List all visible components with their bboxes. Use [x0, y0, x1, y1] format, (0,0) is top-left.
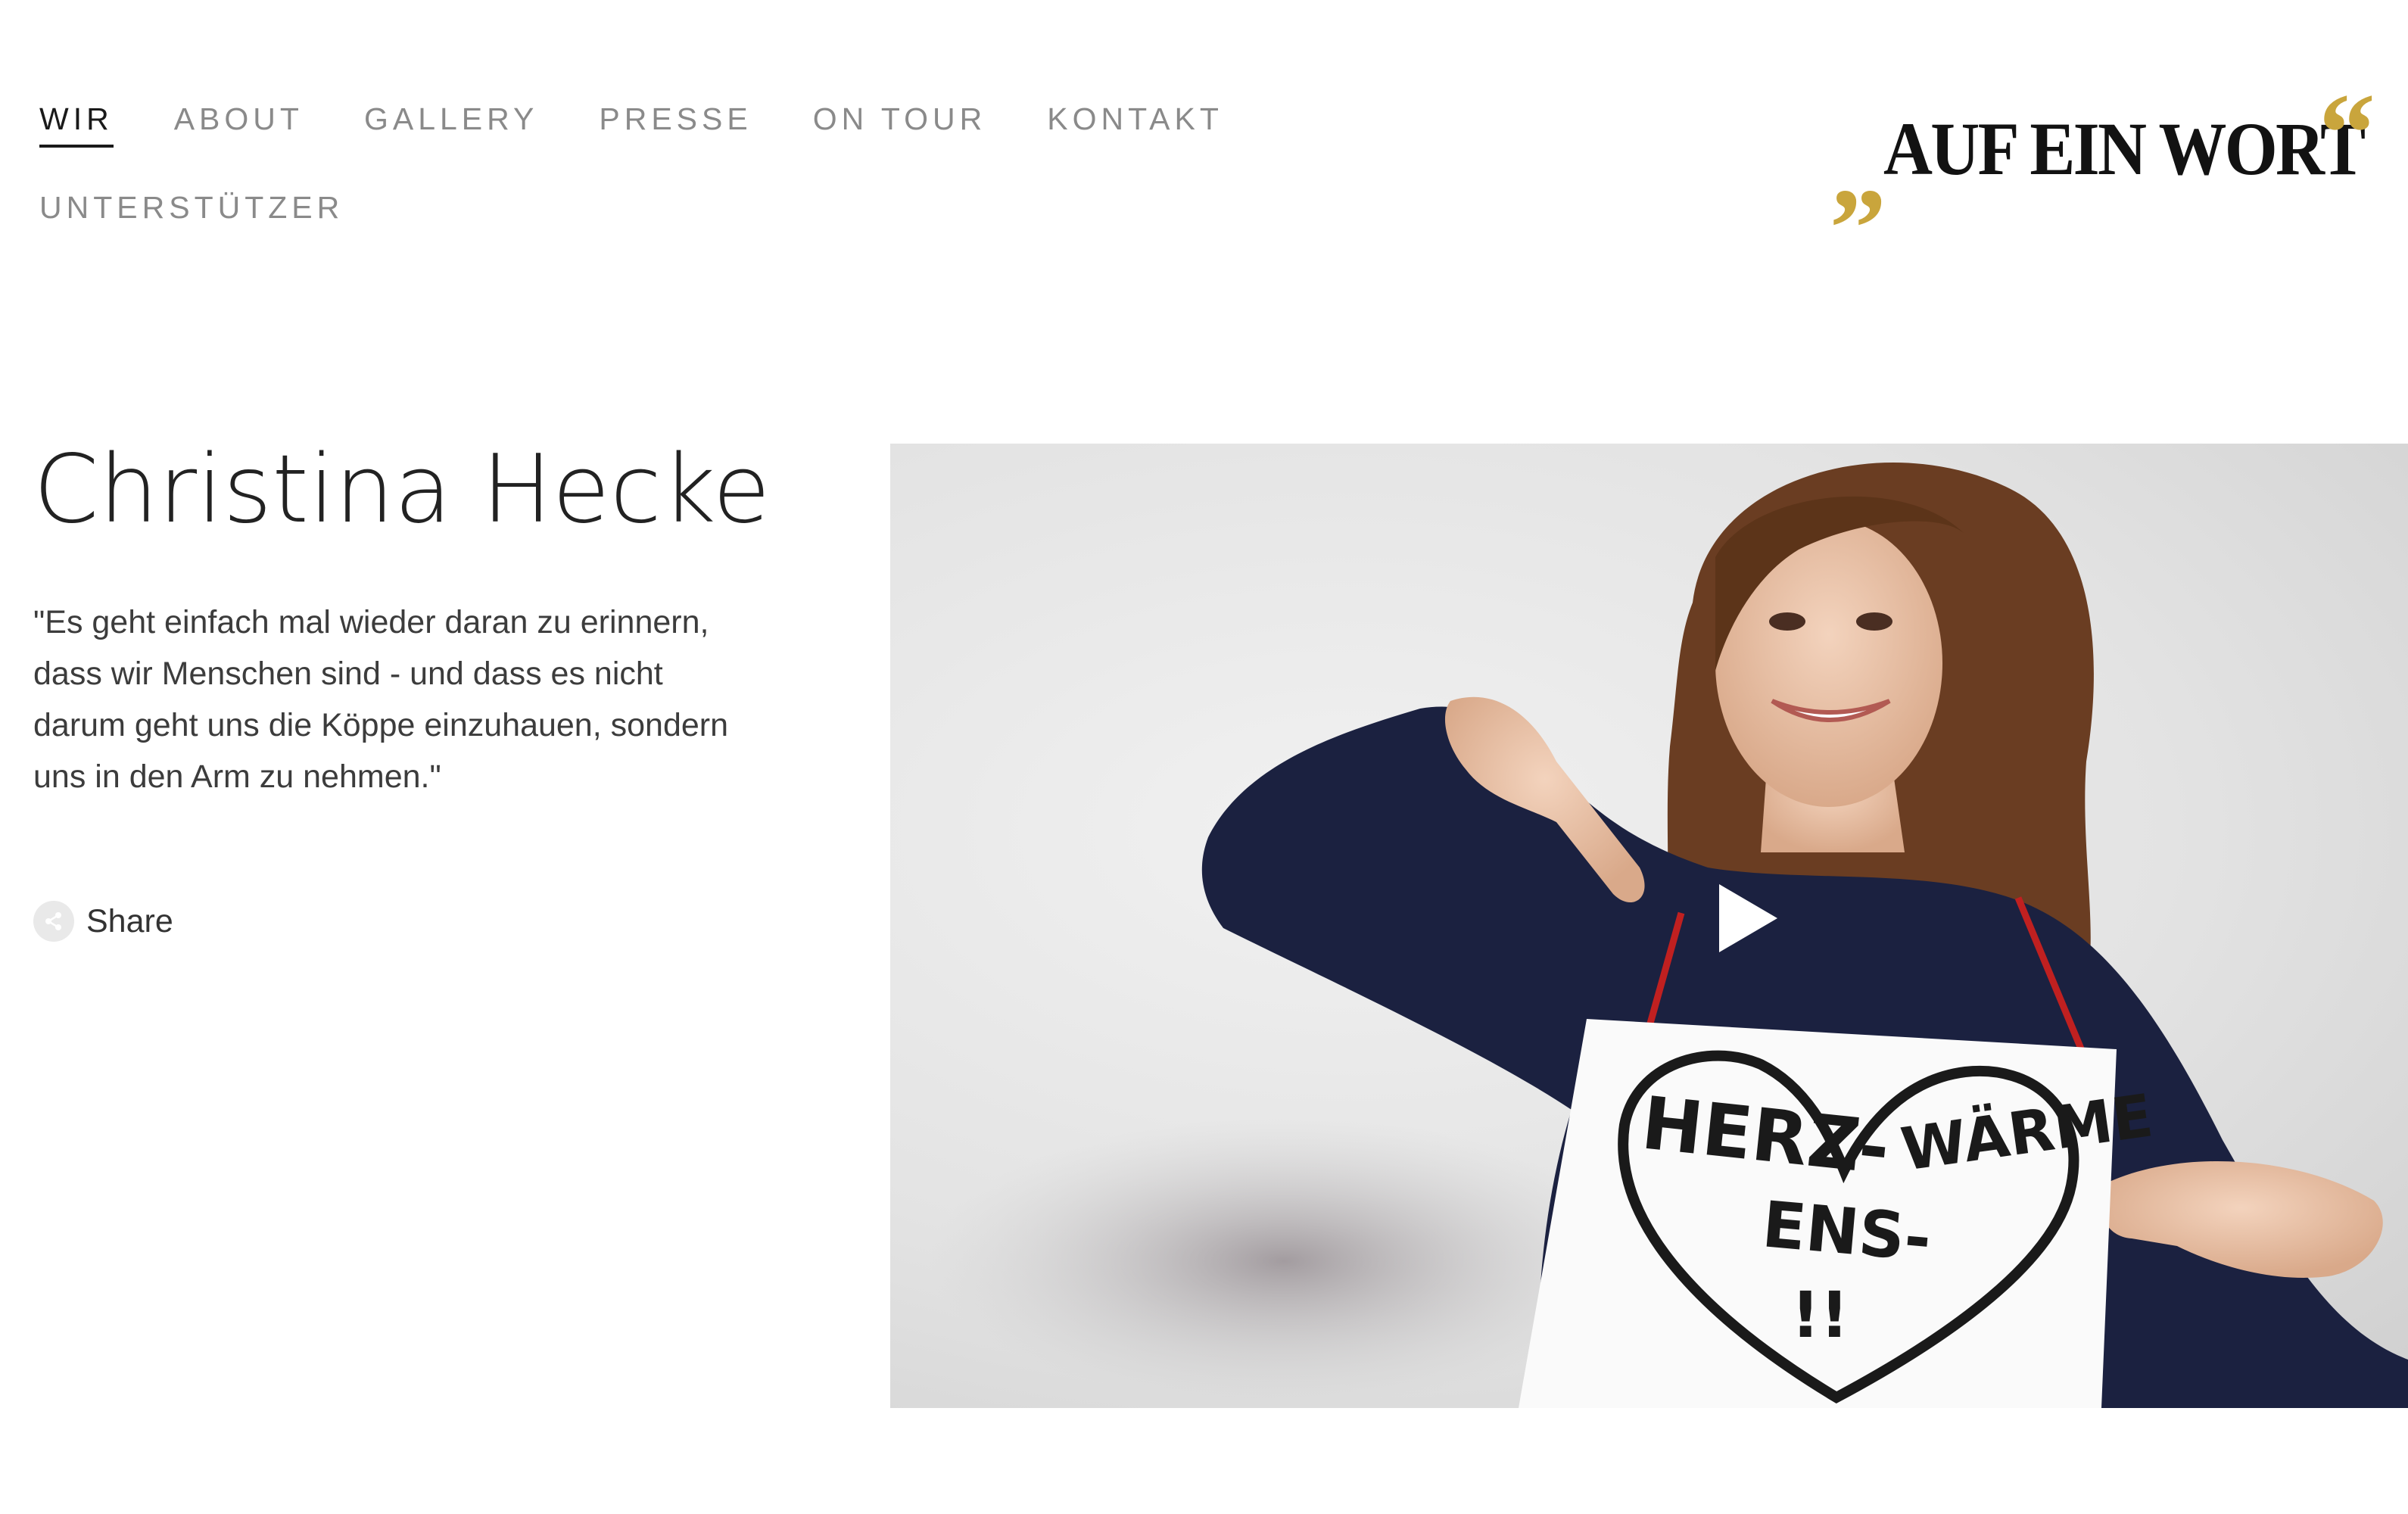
video-player[interactable]: HERZ- ENS- WÄRME !! [890, 444, 2408, 1408]
share-button[interactable]: Share [33, 901, 173, 942]
site-logo[interactable]: „ AUF EIN WORT “ [1830, 70, 2375, 226]
nav-item-kontakt[interactable]: KONTAKT [1047, 95, 1223, 148]
video-thumbnail: HERZ- ENS- WÄRME !! [928, 462, 2408, 1408]
logo-open-quote: „ [1830, 107, 1887, 232]
nav-row-secondary: UNTERSTÜTZER [39, 183, 344, 232]
nav-row-primary: WIR ABOUT GALLERY PRESSE ON TOUR KONTAKT [39, 95, 1223, 148]
sign-text-line2: ENS- [1759, 1187, 1934, 1276]
profile-quote: "Es geht einfach mal wieder daran zu eri… [33, 604, 729, 795]
nav-item-presse[interactable]: PRESSE [599, 95, 752, 148]
nav-item-unterstuetzer[interactable]: UNTERSTÜTZER [39, 183, 344, 232]
logo-close-quote: “ [2319, 70, 2375, 196]
sign-text-line4: !! [1791, 1278, 1849, 1352]
left-eye-shape [1769, 612, 1805, 631]
nav-item-wir[interactable]: WIR [39, 95, 114, 148]
share-label: Share [86, 902, 173, 939]
nav-item-on-tour[interactable]: ON TOUR [813, 95, 987, 148]
share-icon [33, 901, 74, 942]
logo-text: AUF EIN WORT [1883, 107, 2366, 191]
nav-item-gallery[interactable]: GALLERY [364, 95, 538, 148]
right-eye-shape [1856, 612, 1892, 631]
nav-item-about[interactable]: ABOUT [174, 95, 304, 148]
page-title: Christina Hecke [33, 435, 771, 544]
